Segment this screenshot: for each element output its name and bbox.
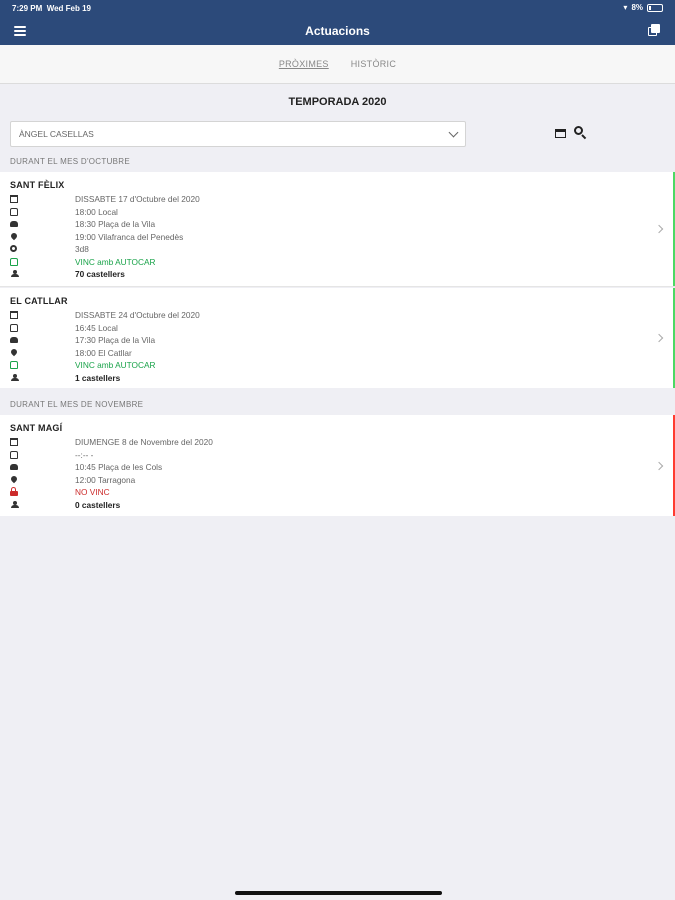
status-bar: 7:29 PM Wed Feb 19 ▾ 8% bbox=[0, 0, 675, 17]
event-meeting: --:-- - bbox=[75, 449, 94, 460]
calendar-icon bbox=[10, 311, 18, 319]
tab-historic[interactable]: HISTÒRIC bbox=[351, 59, 396, 69]
status-time: 7:29 PM Wed Feb 19 bbox=[12, 4, 91, 13]
car-icon bbox=[10, 464, 18, 470]
bus-icon bbox=[10, 207, 18, 216]
castellers-count: 0 castellers bbox=[75, 499, 121, 510]
group-icon bbox=[10, 270, 20, 277]
castell-icon bbox=[10, 245, 17, 252]
event-location: 19:00 Vilafranca del Penedès bbox=[75, 231, 184, 242]
section-header-november: DURANT EL MES DE NOVEMBRE bbox=[10, 400, 144, 409]
event-card-el-catllar[interactable]: EL CATLLAR DISSABTE 24 d'Octubre del 202… bbox=[0, 288, 675, 388]
season-title: TEMPORADA 2020 bbox=[288, 96, 387, 108]
wifi-icon: ▾ bbox=[623, 3, 628, 12]
event-meeting: 18:00 Local bbox=[75, 206, 118, 217]
castellers-count: 70 castellers bbox=[75, 269, 125, 279]
event-name: EL CATLLAR bbox=[10, 296, 68, 306]
attendance-status: NO VINC bbox=[75, 487, 110, 497]
event-date: DISSABTE 24 d'Octubre del 2020 bbox=[75, 310, 200, 320]
page-title: Actuacions bbox=[305, 24, 370, 38]
location-pin-icon bbox=[9, 231, 19, 240]
event-castell: 3d8 bbox=[75, 244, 89, 254]
castellers-count: 1 castellers bbox=[75, 372, 121, 383]
attendance-status: VINC amb AUTOCAR bbox=[75, 256, 156, 267]
event-location: 18:00 El Catllar bbox=[75, 347, 132, 358]
bus-icon bbox=[10, 323, 18, 332]
event-card-sant-felix[interactable]: SANT FÈLIX DISSABTE 17 d'Octubre del 202… bbox=[0, 172, 675, 287]
chevron-right-icon bbox=[654, 333, 664, 343]
member-select[interactable]: ÀNGEL CASELLAS bbox=[10, 121, 466, 147]
location-pin-icon bbox=[9, 474, 19, 483]
status-right: ▾ 8% bbox=[623, 3, 663, 12]
event-location: 12:00 Tarragona bbox=[75, 474, 136, 485]
bus-icon bbox=[10, 361, 18, 369]
divider bbox=[0, 286, 675, 287]
battery-icon bbox=[647, 3, 663, 12]
attendance-status: VINC amb AUTOCAR bbox=[75, 360, 156, 370]
calendar-button-icon[interactable] bbox=[555, 127, 566, 138]
event-departure: 17:30 Plaça de la Vila bbox=[75, 335, 156, 345]
search-icon[interactable] bbox=[574, 126, 588, 140]
navigation-bar: Actuacions bbox=[0, 17, 675, 45]
chevron-right-icon bbox=[654, 224, 664, 234]
lock-icon bbox=[10, 487, 18, 496]
copy-icon[interactable] bbox=[648, 24, 661, 37]
event-date: DISSABTE 17 d'Octubre del 2020 bbox=[75, 194, 200, 204]
chevron-right-icon bbox=[654, 461, 664, 471]
section-header-october: DURANT EL MES D'OCTUBRE bbox=[10, 157, 130, 166]
car-icon bbox=[10, 337, 18, 343]
group-icon bbox=[10, 373, 20, 381]
location-pin-icon bbox=[9, 347, 19, 356]
event-name: SANT FÈLIX bbox=[10, 180, 65, 190]
event-departure: 18:30 Plaça de la Vila bbox=[75, 219, 156, 229]
chevron-down-icon bbox=[448, 127, 459, 138]
event-meeting: 16:45 Local bbox=[75, 322, 118, 333]
bus-icon bbox=[10, 450, 18, 459]
event-departure: 10:45 Plaça de les Cols bbox=[75, 462, 163, 472]
car-icon bbox=[10, 221, 18, 227]
group-icon bbox=[10, 500, 20, 508]
home-indicator[interactable] bbox=[235, 891, 442, 895]
tab-proximes[interactable]: PRÒXIMES bbox=[279, 59, 329, 69]
event-name: SANT MAGÍ bbox=[10, 423, 63, 433]
segment-tabs: PRÒXIMES HISTÒRIC bbox=[0, 45, 675, 84]
event-card-sant-magi[interactable]: SANT MAGÍ DIUMENGE 8 de Novembre del 202… bbox=[0, 415, 675, 516]
battery-percent: 8% bbox=[631, 3, 643, 12]
bus-icon bbox=[10, 257, 18, 266]
member-select-value: ÀNGEL CASELLAS bbox=[19, 129, 94, 139]
calendar-icon bbox=[10, 195, 18, 203]
event-date: DIUMENGE 8 de Novembre del 2020 bbox=[75, 437, 213, 447]
calendar-icon bbox=[10, 438, 18, 446]
